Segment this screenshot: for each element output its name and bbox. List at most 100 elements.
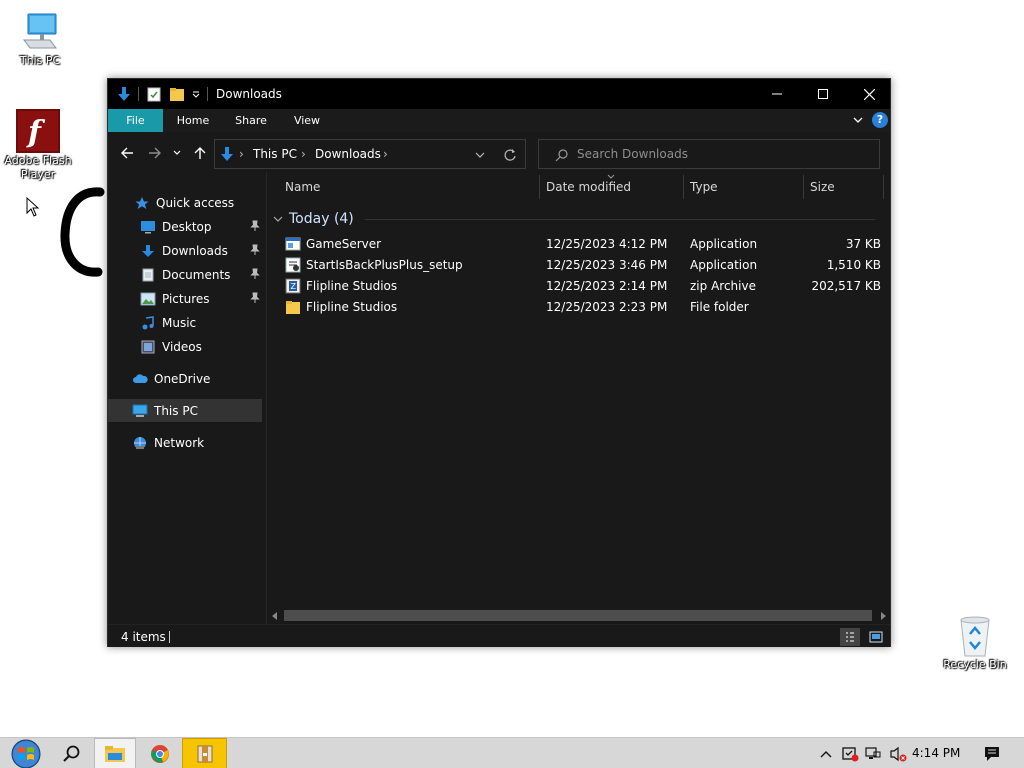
scroll-right-icon[interactable]	[879, 612, 887, 620]
start-button[interactable]	[4, 738, 48, 768]
expand-ribbon-chevron-icon[interactable]	[852, 114, 864, 126]
table-row[interactable]: StartIsBackPlusPlus_setup 12/25/2023 3:46…	[267, 255, 887, 276]
sidebar-item-desktop[interactable]: Desktop	[108, 215, 266, 238]
search-box[interactable]	[538, 139, 880, 169]
sidebar-item-onedrive[interactable]: OneDrive	[108, 367, 266, 390]
maximize-icon	[818, 89, 828, 99]
network-icon	[134, 436, 146, 449]
column-divider[interactable]	[803, 175, 804, 199]
chevron-down-icon[interactable]	[191, 89, 201, 99]
sidebar-item-label: Downloads	[162, 243, 228, 258]
breadcrumb-downloads[interactable]: Downloads	[315, 147, 381, 161]
sidebar-item-label: Network	[154, 435, 205, 450]
search-input[interactable]	[577, 146, 867, 162]
back-button[interactable]	[118, 144, 136, 162]
column-divider[interactable]	[883, 175, 884, 199]
column-divider[interactable]	[539, 175, 540, 199]
tray-volume-icon-button[interactable]	[888, 738, 908, 768]
desktop-icon-adobe-flash-player[interactable]: f Adobe Flash Player	[0, 108, 76, 182]
taskbar-clock[interactable]: 4:14 PM	[912, 746, 960, 760]
title-bar[interactable]: Downloads	[108, 79, 890, 109]
help-icon: ?	[876, 113, 884, 126]
scroll-left-icon[interactable]	[271, 612, 279, 620]
chevron-up-icon	[820, 750, 832, 757]
pin-icon[interactable]	[250, 292, 260, 304]
pin-icon[interactable]	[250, 220, 260, 232]
desktop-scribble-shape	[60, 187, 105, 277]
sidebar-item-label: Music	[162, 315, 197, 330]
minimize-button[interactable]	[754, 79, 800, 109]
sidebar-item-label: Pictures	[162, 291, 210, 306]
large-icons-view-icon	[869, 631, 883, 643]
divider	[207, 87, 208, 101]
cell-date: 12/25/2023 3:46 PM	[546, 258, 668, 272]
tab-share[interactable]: Share	[228, 109, 274, 132]
download-arrow-icon	[118, 87, 130, 101]
close-button[interactable]	[846, 79, 892, 109]
sidebar-item-downloads[interactable]: Downloads	[108, 239, 266, 262]
properties-icon[interactable]	[147, 86, 161, 102]
taskbar-chrome-button[interactable]	[140, 738, 180, 768]
breadcrumb-separator: ›	[383, 147, 388, 161]
sidebar-item-pictures[interactable]: Pictures	[108, 287, 266, 310]
action-center-button[interactable]	[978, 738, 1006, 768]
column-divider[interactable]	[683, 175, 684, 199]
star-icon	[135, 196, 149, 209]
search-icon	[63, 745, 80, 762]
tray-security-icon-button[interactable]	[840, 738, 860, 768]
desktop-icon-label: Adobe Flash Player	[4, 154, 72, 181]
search-button[interactable]	[56, 738, 88, 768]
windows-start-orb-icon	[11, 739, 41, 768]
details-view-button[interactable]	[840, 628, 860, 646]
large-icons-view-button[interactable]	[866, 628, 886, 646]
chevron-down-icon	[273, 216, 283, 222]
tab-home[interactable]: Home	[170, 109, 216, 132]
scrollbar-thumb[interactable]	[284, 610, 872, 621]
column-header-size[interactable]: Size	[810, 180, 835, 196]
address-dropdown-chevron-icon[interactable]	[475, 150, 485, 160]
up-button[interactable]	[191, 144, 209, 162]
sidebar-item-label: This PC	[154, 403, 198, 418]
forward-button[interactable]	[146, 144, 164, 162]
recent-locations-button[interactable]	[171, 144, 183, 162]
navigation-bar: › This PC › Downloads ›	[108, 132, 890, 172]
sidebar-item-network[interactable]: Network	[108, 431, 266, 454]
file-explorer-icon	[105, 745, 125, 762]
taskbar-file-explorer-button[interactable]	[94, 738, 136, 768]
pin-icon[interactable]	[250, 244, 260, 256]
mouse-cursor-icon	[26, 197, 40, 217]
tab-file[interactable]: File	[108, 109, 163, 132]
horizontal-scrollbar[interactable]	[267, 607, 890, 624]
sidebar-item-videos[interactable]: Videos	[108, 335, 266, 358]
column-header-type[interactable]: Type	[690, 180, 718, 196]
cell-name: GameServer	[306, 237, 382, 251]
sidebar-item-this-pc[interactable]: This PC	[108, 399, 262, 422]
taskbar-active-app-button[interactable]	[182, 738, 227, 768]
address-bar[interactable]: › This PC › Downloads ›	[214, 139, 526, 169]
table-row[interactable]: Z Flipline Studios 12/25/2023 2:14 PM zip A…	[267, 276, 887, 297]
sidebar-item-label: OneDrive	[154, 371, 211, 386]
videos-icon	[141, 340, 155, 353]
table-row[interactable]: Flipline Studios 12/25/2023 2:23 PM File f…	[267, 297, 887, 318]
sidebar-item-quick-access[interactable]: Quick access	[108, 191, 266, 214]
column-header-date-modified[interactable]: Date modified	[546, 180, 631, 196]
new-folder-icon[interactable]	[169, 86, 185, 102]
group-header-today[interactable]: Today (4)	[273, 210, 875, 228]
sidebar-item-documents[interactable]: Documents	[108, 263, 266, 286]
sidebar-item-music[interactable]: Music	[108, 311, 266, 334]
pin-icon[interactable]	[250, 268, 260, 280]
tab-view[interactable]: View	[284, 109, 330, 132]
cell-date: 12/25/2023 4:12 PM	[546, 237, 668, 251]
show-hidden-icons-button[interactable]	[816, 738, 836, 768]
column-header-name[interactable]: Name	[285, 180, 320, 196]
desktop-icon-this-pc[interactable]: This PC	[2, 10, 78, 68]
desktop-icon-recycle-bin[interactable]: Recycle Bin	[937, 612, 1013, 672]
maximize-button[interactable]	[800, 79, 846, 109]
tray-network-icon-button[interactable]	[864, 738, 884, 768]
refresh-icon[interactable]	[503, 148, 517, 162]
cell-name: StartIsBackPlusPlus_setup	[306, 258, 463, 272]
breadcrumb-this-pc[interactable]: This PC	[253, 147, 297, 161]
help-button[interactable]: ?	[872, 112, 888, 128]
arrow-left-icon	[121, 147, 133, 159]
table-row[interactable]: GameServer 12/25/2023 4:12 PM Application 3…	[267, 234, 887, 255]
